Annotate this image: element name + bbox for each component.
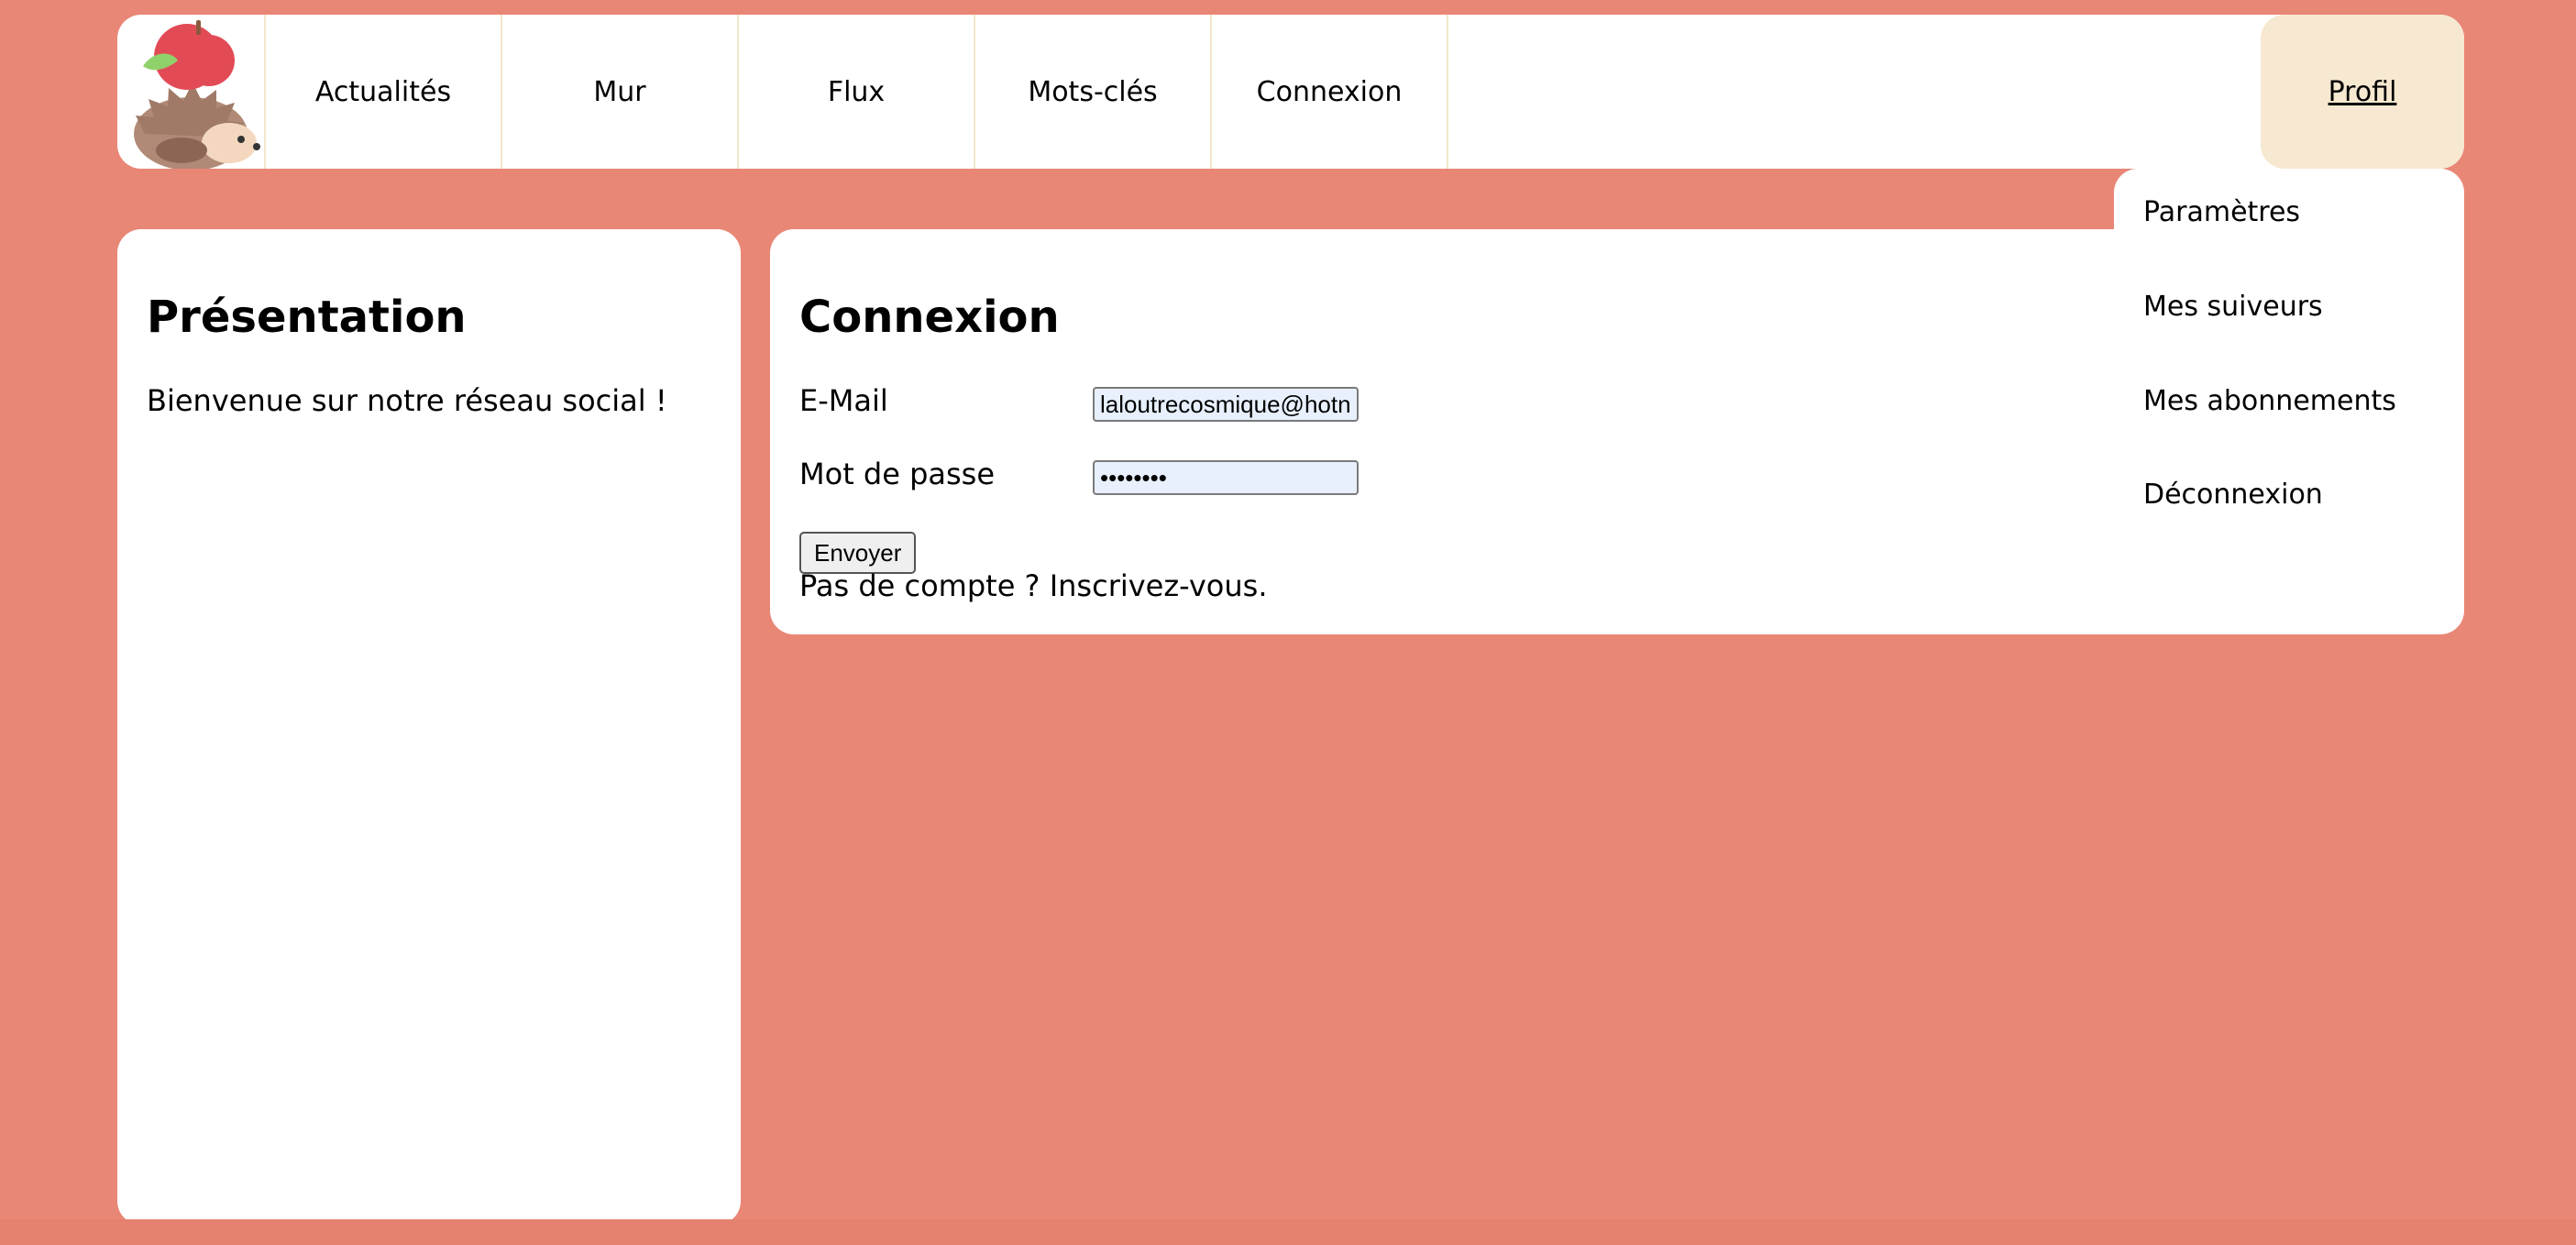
window-bottom-edge	[0, 1219, 2576, 1245]
top-navigation: Actualités Mur Flux Mots-clés Connexion …	[117, 15, 2464, 169]
nav-mots-cles[interactable]: Mots-clés	[975, 15, 1212, 169]
dropdown-item-deconnexion[interactable]: Déconnexion	[2143, 479, 2323, 511]
presentation-text: Bienvenue sur notre réseau social !	[147, 383, 667, 418]
password-field[interactable]: ••••••••	[1093, 460, 1359, 495]
password-label: Mot de passe	[799, 457, 996, 491]
profile-dropdown-menu: Paramètres Mes suiveurs Mes abonnements …	[2114, 169, 2464, 521]
nav-flux[interactable]: Flux	[739, 15, 975, 169]
profile-menu-button[interactable]: Profil	[2261, 15, 2464, 169]
apple-hedgehog-logo-icon[interactable]	[117, 15, 266, 169]
nav-connexion[interactable]: Connexion	[1212, 15, 1448, 169]
presentation-panel: Présentation Bienvenue sur notre réseau …	[117, 229, 741, 1225]
signup-link[interactable]: Pas de compte ? Inscrivez-vous.	[799, 568, 1267, 603]
dropdown-item-mes-suiveurs[interactable]: Mes suiveurs	[2143, 291, 2323, 323]
nav-mur[interactable]: Mur	[502, 15, 739, 169]
nav-actualites[interactable]: Actualités	[266, 15, 502, 169]
dropdown-item-parametres[interactable]: Paramètres	[2143, 196, 2300, 228]
presentation-title: Présentation	[147, 292, 467, 343]
email-field[interactable]: laloutrecosmique@hotn	[1093, 387, 1359, 422]
login-title: Connexion	[799, 292, 1060, 343]
dropdown-item-mes-abonnements[interactable]: Mes abonnements	[2143, 385, 2396, 417]
email-label: E-Mail	[799, 383, 888, 418]
